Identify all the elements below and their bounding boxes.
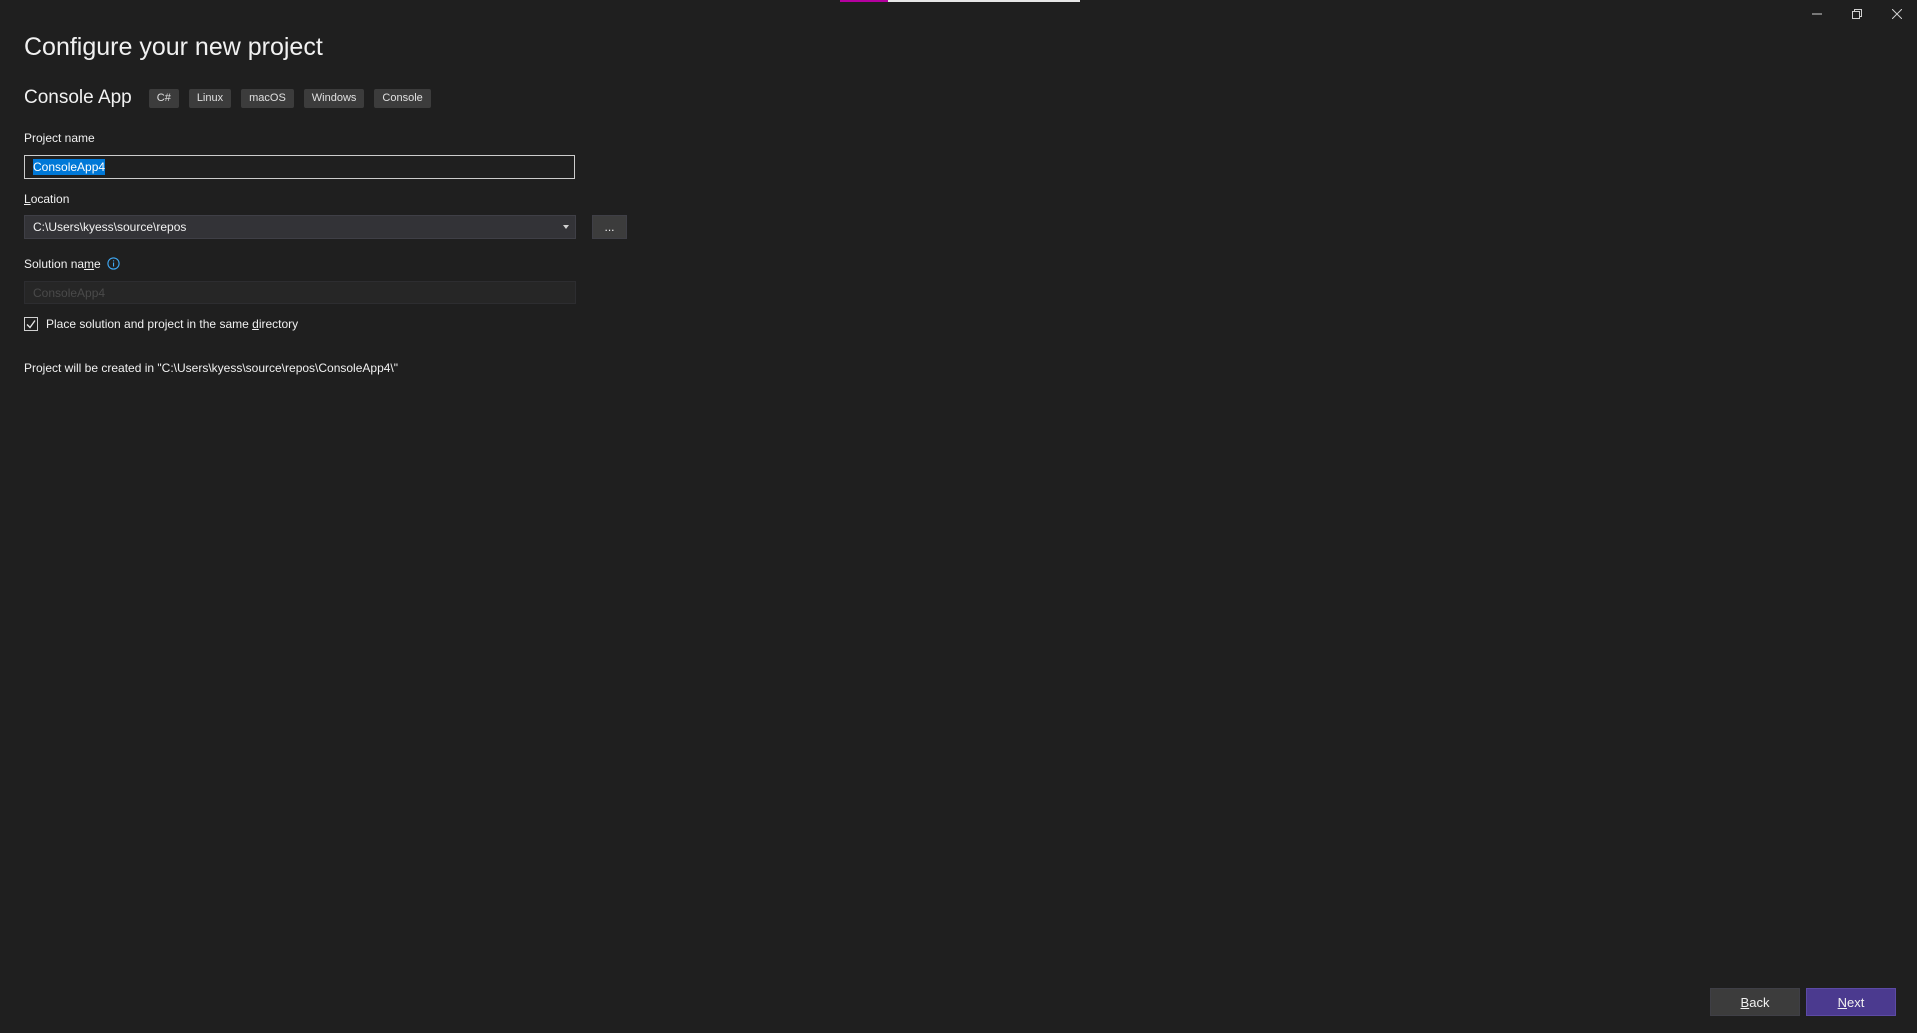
accent-segment-secondary [888,0,1080,2]
accent-segment-primary [840,0,888,2]
minimize-button[interactable] [1797,0,1837,28]
solution-name-label-prefix: Solution na [24,257,85,272]
back-label-accelerator: B [1740,994,1750,1010]
back-button[interactable]: Back [1710,988,1800,1016]
title-accent-bar [840,0,1080,2]
chevron-down-icon[interactable] [563,225,569,229]
project-name-input[interactable]: ConsoleApp4 [24,155,575,179]
template-name: Console App [24,87,132,108]
same-directory-label-rest: irectory [258,317,299,331]
tag-language: C# [148,88,179,108]
restore-button[interactable] [1837,0,1877,28]
location-combobox[interactable]: C:\Users\kyess\source\repos [24,215,576,239]
next-label-rest: ext [1847,994,1865,1010]
configure-project-window: Configure your new project Console App C… [0,0,1917,1033]
close-icon [1892,9,1902,19]
minimize-icon [1812,13,1822,15]
same-directory-label-prefix: Place solution and project in the same [46,317,253,331]
same-directory-option[interactable]: Place solution and project in the same d… [24,317,298,331]
back-label-rest: ack [1749,994,1770,1010]
template-info: Console App C# Linux macOS Windows Conso… [24,86,441,110]
solution-name-label-rest: e [94,257,101,272]
same-directory-checkbox[interactable] [24,317,38,331]
project-name-label: Project name [24,131,95,145]
close-button[interactable] [1877,0,1917,28]
location-label-accelerator: L [24,192,31,206]
next-label-accelerator: N [1837,994,1848,1010]
window-controls [1797,0,1917,28]
tag-macos: macOS [241,88,294,108]
checkmark-icon [26,320,36,329]
tag-windows: Windows [303,88,365,108]
location-label: Location [24,192,69,206]
browse-button[interactable]: ... [592,215,627,239]
info-icon[interactable] [107,257,120,273]
project-name-value: ConsoleApp4 [33,159,106,175]
tag-linux: Linux [188,88,232,108]
same-directory-label: Place solution and project in the same d… [46,317,298,331]
project-path-summary: Project will be created in "C:\Users\kye… [24,361,399,375]
location-value: C:\Users\kyess\source\repos [33,220,187,234]
same-directory-label-accelerator: d [252,317,259,331]
solution-name-label: Solution name [24,257,120,273]
solution-name-label-accelerator: m [84,257,95,272]
solution-name-input[interactable]: ConsoleApp4 [24,281,576,304]
tag-console: Console [374,88,431,108]
restore-icon [1852,9,1862,19]
page-title: Configure your new project [24,33,323,61]
next-button[interactable]: Next [1806,988,1896,1016]
location-label-rest: ocation [30,192,70,206]
solution-name-placeholder: ConsoleApp4 [33,285,106,300]
